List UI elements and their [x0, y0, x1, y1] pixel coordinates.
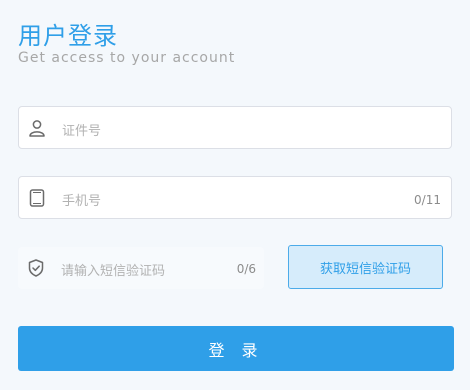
login-button[interactable]: 登 录 [18, 326, 454, 371]
page-title: 用户登录 [18, 22, 118, 50]
phone-icon [29, 189, 45, 207]
phone-field[interactable]: 手机号 0/11 [18, 176, 452, 219]
id-number-placeholder: 证件号 [62, 124, 102, 139]
sms-code-char-counter: 0/6 [236, 262, 256, 276]
get-sms-code-button[interactable]: 获取短信验证码 [288, 245, 443, 289]
shield-icon [28, 259, 44, 277]
id-number-field[interactable]: 证件号 [18, 106, 452, 149]
sms-code-field[interactable]: 请输入短信验证码 0/6 [18, 247, 264, 289]
sms-code-placeholder: 请输入短信验证码 [61, 264, 166, 279]
phone-placeholder: 手机号 [62, 194, 102, 209]
page-subtitle: Get access to your account [18, 50, 236, 66]
user-icon [29, 120, 45, 137]
phone-char-counter: 0/11 [414, 193, 441, 207]
